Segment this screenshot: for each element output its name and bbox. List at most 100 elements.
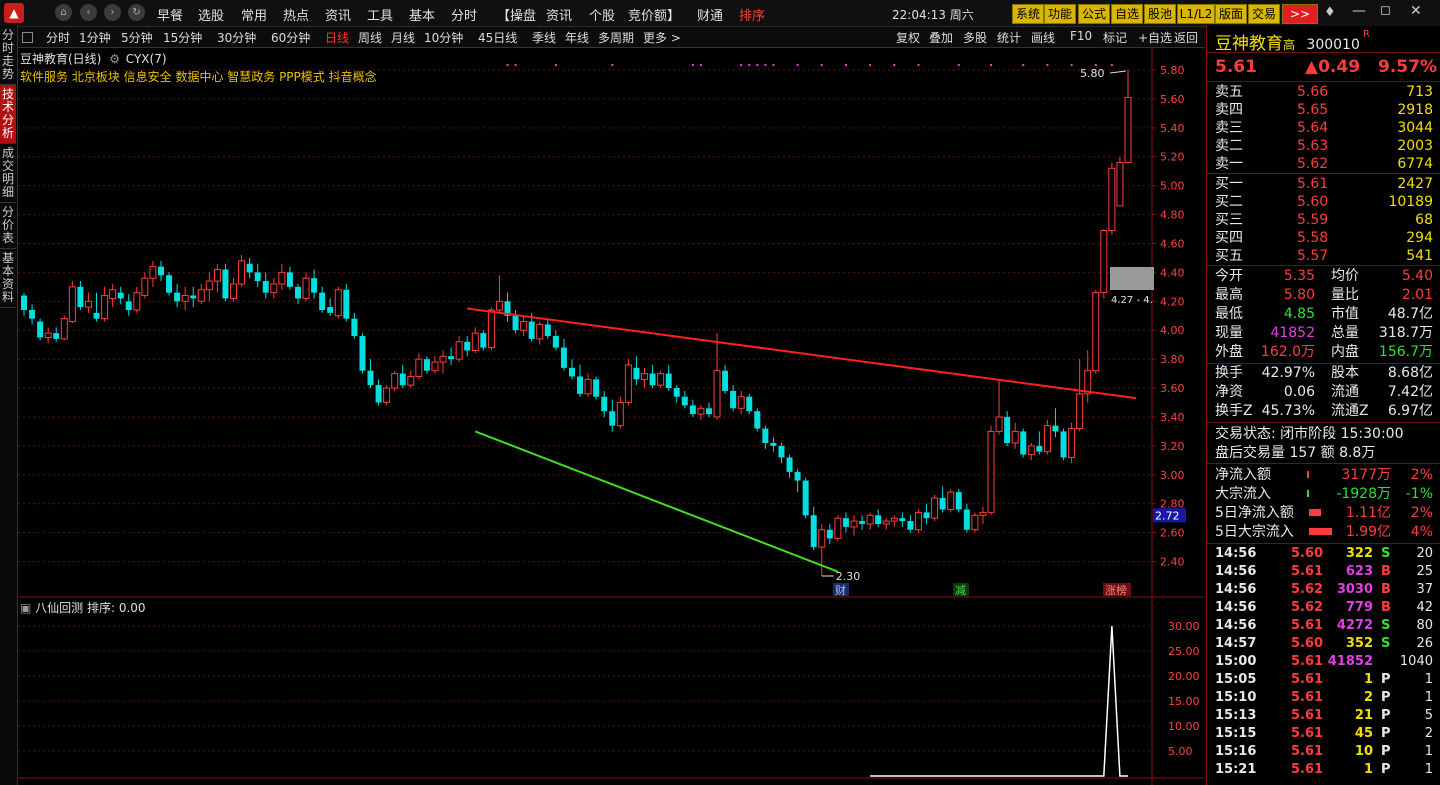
candle[interactable] — [649, 364, 656, 389]
period-tab[interactable]: 周线 — [358, 29, 382, 46]
concept-tags[interactable]: 软件服务 北京板块 信息安全 数据中心 智慧政务 PPP模式 抖音概念 — [20, 68, 377, 85]
candle[interactable] — [923, 503, 930, 524]
candle[interactable] — [544, 318, 551, 339]
candle[interactable] — [1076, 359, 1084, 432]
candle[interactable] — [319, 286, 326, 313]
candle[interactable] — [577, 364, 584, 397]
candle[interactable] — [995, 379, 1003, 435]
candle[interactable] — [439, 350, 447, 374]
candle[interactable] — [311, 269, 318, 299]
candle[interactable] — [584, 373, 592, 397]
candle[interactable] — [834, 515, 842, 542]
period-tab[interactable]: 45日线 — [478, 29, 517, 46]
candle[interactable] — [367, 359, 374, 389]
candle[interactable] — [705, 402, 712, 417]
toolbar-button[interactable]: 版面 — [1215, 4, 1247, 24]
candle[interactable] — [399, 364, 406, 389]
candle[interactable] — [601, 390, 608, 417]
candle[interactable] — [552, 330, 559, 351]
chart-tool-button[interactable]: 画线 — [1031, 29, 1055, 46]
event-marker[interactable]: 减 — [953, 583, 969, 597]
top-menu-item[interactable]: 资讯 — [546, 5, 572, 24]
candle[interactable] — [21, 292, 27, 316]
candle[interactable] — [391, 370, 399, 391]
candle[interactable] — [1060, 428, 1067, 461]
left-tab[interactable]: 分价表 — [0, 203, 16, 249]
candle[interactable] — [681, 390, 688, 409]
candle[interactable] — [334, 286, 342, 319]
candle[interactable] — [560, 338, 567, 371]
candle[interactable] — [1116, 156, 1124, 207]
event-marker[interactable]: 涨榜 — [1103, 583, 1131, 597]
candle[interactable] — [568, 359, 575, 380]
top-menu-item[interactable]: 竞价额】 — [628, 5, 680, 24]
candle[interactable] — [842, 512, 849, 533]
toolbar-button[interactable]: 功能 — [1044, 4, 1076, 24]
candle[interactable] — [205, 272, 213, 302]
candle[interactable] — [375, 379, 382, 406]
candle[interactable] — [487, 307, 495, 351]
candle[interactable] — [616, 396, 624, 429]
period-tab[interactable]: 1分钟 — [79, 29, 111, 46]
candle[interactable] — [609, 399, 616, 432]
candle[interactable] — [93, 292, 100, 322]
candle[interactable] — [455, 336, 463, 363]
candle[interactable] — [37, 318, 44, 341]
candle[interactable] — [53, 327, 60, 342]
candle[interactable] — [480, 330, 487, 351]
top-menu-item[interactable]: 常用 — [241, 5, 267, 24]
chart-tool-button[interactable]: 叠加 — [929, 29, 953, 46]
candle[interactable] — [657, 370, 665, 389]
candle[interactable] — [125, 294, 132, 316]
candle[interactable] — [254, 263, 261, 287]
chart-tool-button[interactable]: 复权 — [896, 29, 920, 46]
toolbar-button[interactable]: 系统 — [1012, 4, 1044, 24]
candle[interactable] — [1036, 431, 1043, 455]
toolbar-button[interactable]: 股池 — [1144, 4, 1176, 24]
candle[interactable] — [859, 515, 866, 530]
downtrend-line[interactable] — [467, 307, 1137, 400]
top-menu-item[interactable]: 工具 — [367, 5, 393, 24]
candle[interactable] — [633, 356, 640, 386]
candle[interactable] — [914, 509, 922, 533]
candle[interactable] — [713, 333, 721, 420]
candle[interactable] — [68, 281, 76, 323]
candle[interactable] — [230, 278, 238, 302]
candle[interactable] — [1084, 350, 1092, 403]
candle[interactable] — [689, 399, 696, 417]
candle[interactable] — [907, 515, 914, 533]
top-menu-item[interactable]: 选股 — [198, 5, 224, 24]
candle[interactable] — [746, 393, 753, 415]
left-tab[interactable]: 技术分析 — [0, 85, 16, 144]
candle[interactable] — [979, 506, 987, 524]
period-tab[interactable]: 15分钟 — [163, 29, 202, 46]
candle[interactable] — [770, 437, 777, 452]
candle[interactable] — [149, 260, 157, 287]
period-tab[interactable]: 季线 — [532, 29, 556, 46]
period-tab[interactable]: 60分钟 — [271, 29, 310, 46]
period-tab[interactable]: 30分钟 — [217, 29, 256, 46]
price-range-box[interactable] — [1110, 267, 1154, 290]
chart-tool-button[interactable]: 返回 — [1174, 29, 1198, 46]
top-menu-item[interactable]: 排序 — [739, 5, 765, 24]
candle[interactable] — [987, 425, 995, 516]
back-icon[interactable]: ‹ — [80, 4, 97, 21]
candle[interactable] — [270, 278, 278, 299]
candle[interactable] — [1004, 411, 1011, 446]
sub-indicator-label[interactable]: 八仙回测 排序: 0.00 — [35, 601, 145, 615]
candle[interactable] — [1052, 408, 1059, 438]
indicator-name[interactable]: CYX(7) — [126, 52, 167, 66]
candle[interactable] — [593, 376, 600, 400]
candle[interactable] — [1108, 162, 1116, 235]
candle[interactable] — [246, 257, 253, 279]
candle[interactable] — [101, 286, 109, 322]
bull-icon[interactable]: ♦ — [1324, 5, 1336, 20]
candle[interactable] — [665, 364, 672, 391]
period-tab[interactable]: 日线 — [325, 29, 349, 46]
candle[interactable] — [1124, 70, 1132, 164]
minimize-icon[interactable]: — — [1352, 3, 1366, 19]
candle[interactable] — [778, 442, 785, 464]
period-tab[interactable]: 月线 — [391, 29, 415, 46]
candle[interactable] — [181, 286, 189, 310]
toolbar-button[interactable]: 交易 — [1248, 4, 1280, 24]
